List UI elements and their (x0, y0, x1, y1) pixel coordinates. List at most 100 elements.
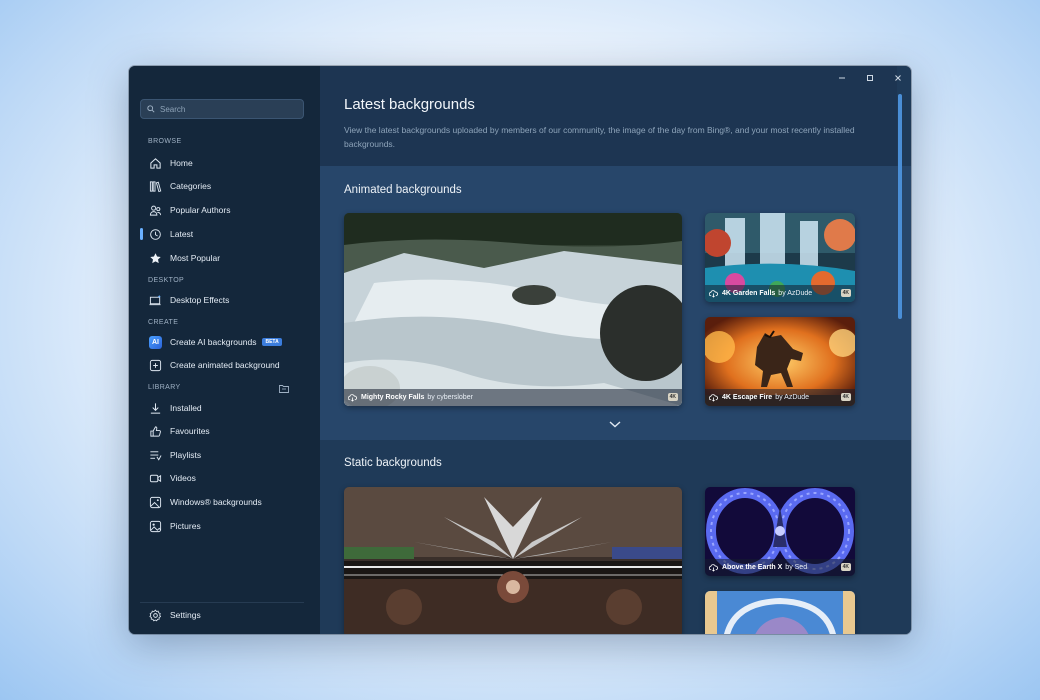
minimize-button[interactable] (835, 72, 849, 84)
sidebar-item-categories[interactable]: Categories (140, 175, 310, 197)
close-icon (895, 75, 901, 81)
maximize-button[interactable] (863, 72, 877, 84)
sidebar-item-label: Videos (170, 473, 196, 483)
cloud-download-icon (709, 394, 718, 402)
section-create: CREATE (148, 319, 179, 326)
card-title: 4K Escape Fire (722, 394, 773, 401)
star-icon (149, 252, 162, 265)
search-input[interactable] (160, 104, 290, 114)
sidebar-item-popular-authors[interactable]: Popular Authors (140, 199, 310, 221)
card-title: Mighty Rocky Falls (361, 394, 425, 401)
sidebar-item-create-animated[interactable]: Create animated background (140, 354, 310, 376)
download-icon (149, 402, 162, 415)
card-4k-escape-fire[interactable]: 4K Escape Fire by AzDude 4K (705, 317, 855, 406)
sidebar-item-label: Categories (170, 181, 212, 191)
minimize-icon (839, 77, 845, 79)
badge-4k: 4K (840, 393, 851, 401)
sidebar-item-label: Most Popular (170, 253, 221, 263)
sidebar-item-create-ai[interactable]: AI Create AI backgrounds BETA (140, 331, 310, 353)
ai-icon: AI (149, 335, 162, 349)
sidebar-item-label: Create AI backgrounds (170, 337, 257, 347)
card-author: by AzDude (775, 394, 810, 401)
page-description: View the latest backgrounds uploaded by … (344, 125, 855, 149)
sidebar-item-latest[interactable]: Latest (140, 223, 310, 245)
cloud-download-icon (709, 564, 718, 572)
card-author: by Sed (785, 564, 808, 571)
static-section-title: Static backgrounds (344, 457, 442, 469)
card-caption: 4K Escape Fire by AzDude 4K (705, 389, 855, 406)
badge-4k: 4K (840, 289, 851, 297)
main-content: Latest backgrounds View the latest backg… (320, 66, 911, 634)
sidebar-item-playlists[interactable]: Playlists (140, 444, 310, 466)
page-title: Latest backgrounds (344, 96, 475, 113)
search-icon (147, 105, 155, 113)
people-icon (149, 204, 162, 217)
card-caption: Above the Earth X by Sed 4K (705, 559, 855, 576)
maximize-icon (867, 75, 873, 81)
search-box[interactable] (140, 99, 304, 119)
gear-icon (149, 608, 162, 622)
thumbnail-blue-arch (705, 591, 855, 634)
add-image-icon (149, 359, 162, 372)
chevron-down-icon[interactable] (608, 419, 622, 429)
clock-icon (149, 228, 162, 241)
cloud-download-icon (709, 290, 718, 298)
sidebar-item-label: Pictures (170, 521, 201, 531)
card-4k-garden-falls[interactable]: 4K Garden Falls by AzDude 4K (705, 213, 855, 302)
card-caption: Mighty Rocky Falls by cyberslober 4K (344, 389, 682, 406)
card-caption: 4K Garden Falls by AzDude 4K (705, 285, 855, 302)
beta-badge: BETA (262, 338, 282, 346)
sidebar-item-windows-backgrounds[interactable]: Windows® backgrounds (140, 491, 310, 513)
folder-icon[interactable] (279, 384, 289, 393)
card-static-partial[interactable] (705, 591, 855, 634)
section-desktop: DESKTOP (148, 277, 185, 284)
animated-section-title: Animated backgrounds (344, 184, 462, 196)
card-author: by cyberslober (427, 394, 473, 401)
sidebar-item-videos[interactable]: Videos (140, 467, 310, 489)
sidebar-item-label: Installed (170, 403, 202, 413)
sidebar-item-label: Latest (170, 229, 194, 239)
section-browse: BROWSE (148, 138, 182, 145)
badge-4k: 4K (840, 563, 851, 571)
sidebar-item-label: Windows® backgrounds (170, 497, 262, 507)
sidebar-item-home[interactable]: Home (140, 152, 310, 174)
thumbs-up-icon (149, 425, 162, 438)
sidebar-item-label: Playlists (170, 450, 202, 460)
badge-4k: 4K (667, 393, 678, 401)
sidebar-item-pictures[interactable]: Pictures (140, 515, 310, 537)
sidebar-item-label: Popular Authors (170, 205, 231, 215)
sidebar-item-label: Create animated background (170, 360, 280, 370)
sidebar-item-most-popular[interactable]: Most Popular (140, 247, 310, 269)
sidebar-item-label: Desktop Effects (170, 295, 230, 305)
app-window: BROWSE Home Categories Popular Authors L… (129, 66, 911, 634)
sidebar-divider (140, 602, 304, 603)
sidebar-item-desktop-effects[interactable]: Desktop Effects (140, 289, 310, 311)
card-static-fractal[interactable] (344, 487, 682, 634)
thumbnail-fractal-flower (344, 487, 682, 634)
sidebar-item-label: Home (170, 158, 193, 168)
card-above-the-earth-x[interactable]: Above the Earth X by Sed 4K (705, 487, 855, 576)
card-author: by AzDude (778, 290, 813, 297)
sidebar: BROWSE Home Categories Popular Authors L… (129, 66, 320, 634)
image-icon (149, 496, 162, 509)
books-icon (149, 180, 162, 193)
playlist-icon (149, 449, 162, 462)
sidebar-item-label: Settings (170, 610, 201, 620)
picture-icon (149, 520, 162, 533)
card-title: Above the Earth X (722, 564, 783, 571)
home-icon (149, 157, 162, 170)
sidebar-item-installed[interactable]: Installed (140, 397, 310, 419)
video-icon (149, 472, 162, 485)
scrollbar-thumb[interactable] (898, 94, 902, 319)
section-library: LIBRARY (148, 384, 181, 391)
card-title: 4K Garden Falls (722, 290, 776, 297)
sidebar-item-settings[interactable]: Settings (140, 604, 310, 626)
close-button[interactable] (891, 72, 905, 84)
cloud-download-icon (348, 394, 357, 402)
monitor-sparkle-icon (149, 294, 162, 307)
page-header: Latest backgrounds View the latest backg… (320, 66, 897, 166)
sidebar-item-label: Favourites (170, 426, 210, 436)
thumbnail-waterfall (344, 213, 682, 406)
card-mighty-rocky-falls[interactable]: Mighty Rocky Falls by cyberslober 4K (344, 213, 682, 406)
sidebar-item-favourites[interactable]: Favourites (140, 420, 310, 442)
